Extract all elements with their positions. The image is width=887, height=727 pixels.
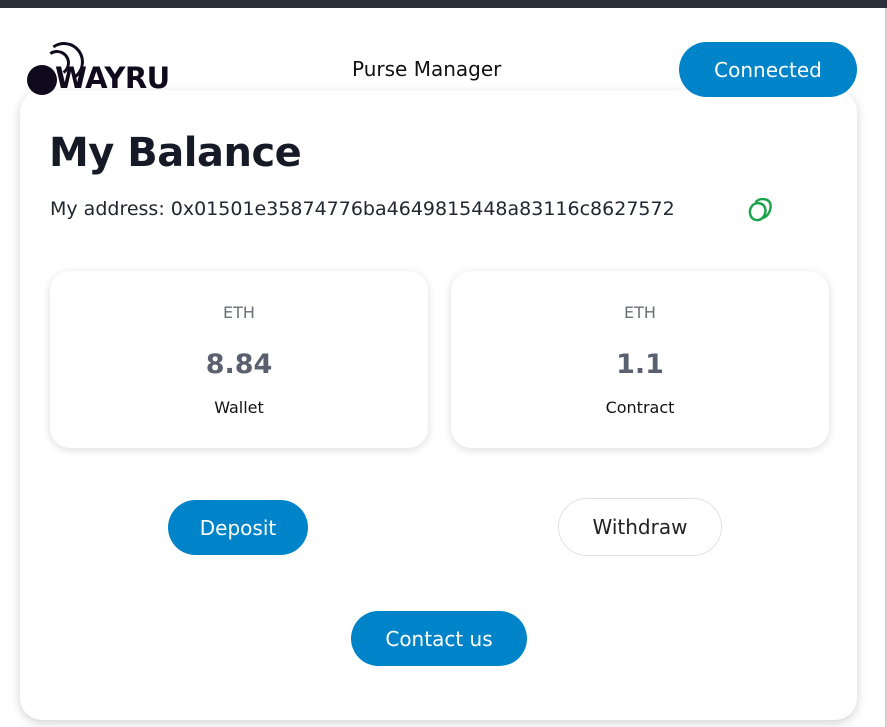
window-top-bar: [0, 0, 887, 8]
withdraw-button[interactable]: Withdraw: [558, 498, 722, 556]
copy-icon[interactable]: [746, 197, 773, 223]
logo-text: WAYRU: [55, 61, 170, 95]
wallet-amount: 8.84: [205, 349, 273, 380]
wallet-address: 0x01501e35874776ba4649815448a83116c86275…: [170, 198, 675, 220]
nav-title: Purse Manager: [352, 57, 502, 81]
contract-amount: 1.1: [616, 349, 664, 380]
wallet-label: Wallet: [214, 398, 264, 417]
contract-balance-card: ETH 1.1 Contract: [451, 271, 829, 448]
page-title: My Balance: [49, 130, 302, 176]
contract-label: Contract: [605, 398, 675, 417]
wallet-balance-card: ETH 8.84 Wallet: [50, 271, 428, 448]
wallet-currency: ETH: [223, 303, 255, 322]
address-row: My address: 0x01501e35874776ba4649815448…: [50, 198, 675, 220]
wayru-logo[interactable]: WAYRU: [26, 38, 196, 96]
contact-us-button[interactable]: Contact us: [351, 611, 527, 666]
logo-dot-icon: [27, 65, 57, 95]
connected-button[interactable]: Connected: [679, 42, 857, 97]
deposit-button[interactable]: Deposit: [168, 500, 308, 555]
address-label: My address:: [50, 198, 171, 220]
contract-currency: ETH: [624, 303, 656, 322]
